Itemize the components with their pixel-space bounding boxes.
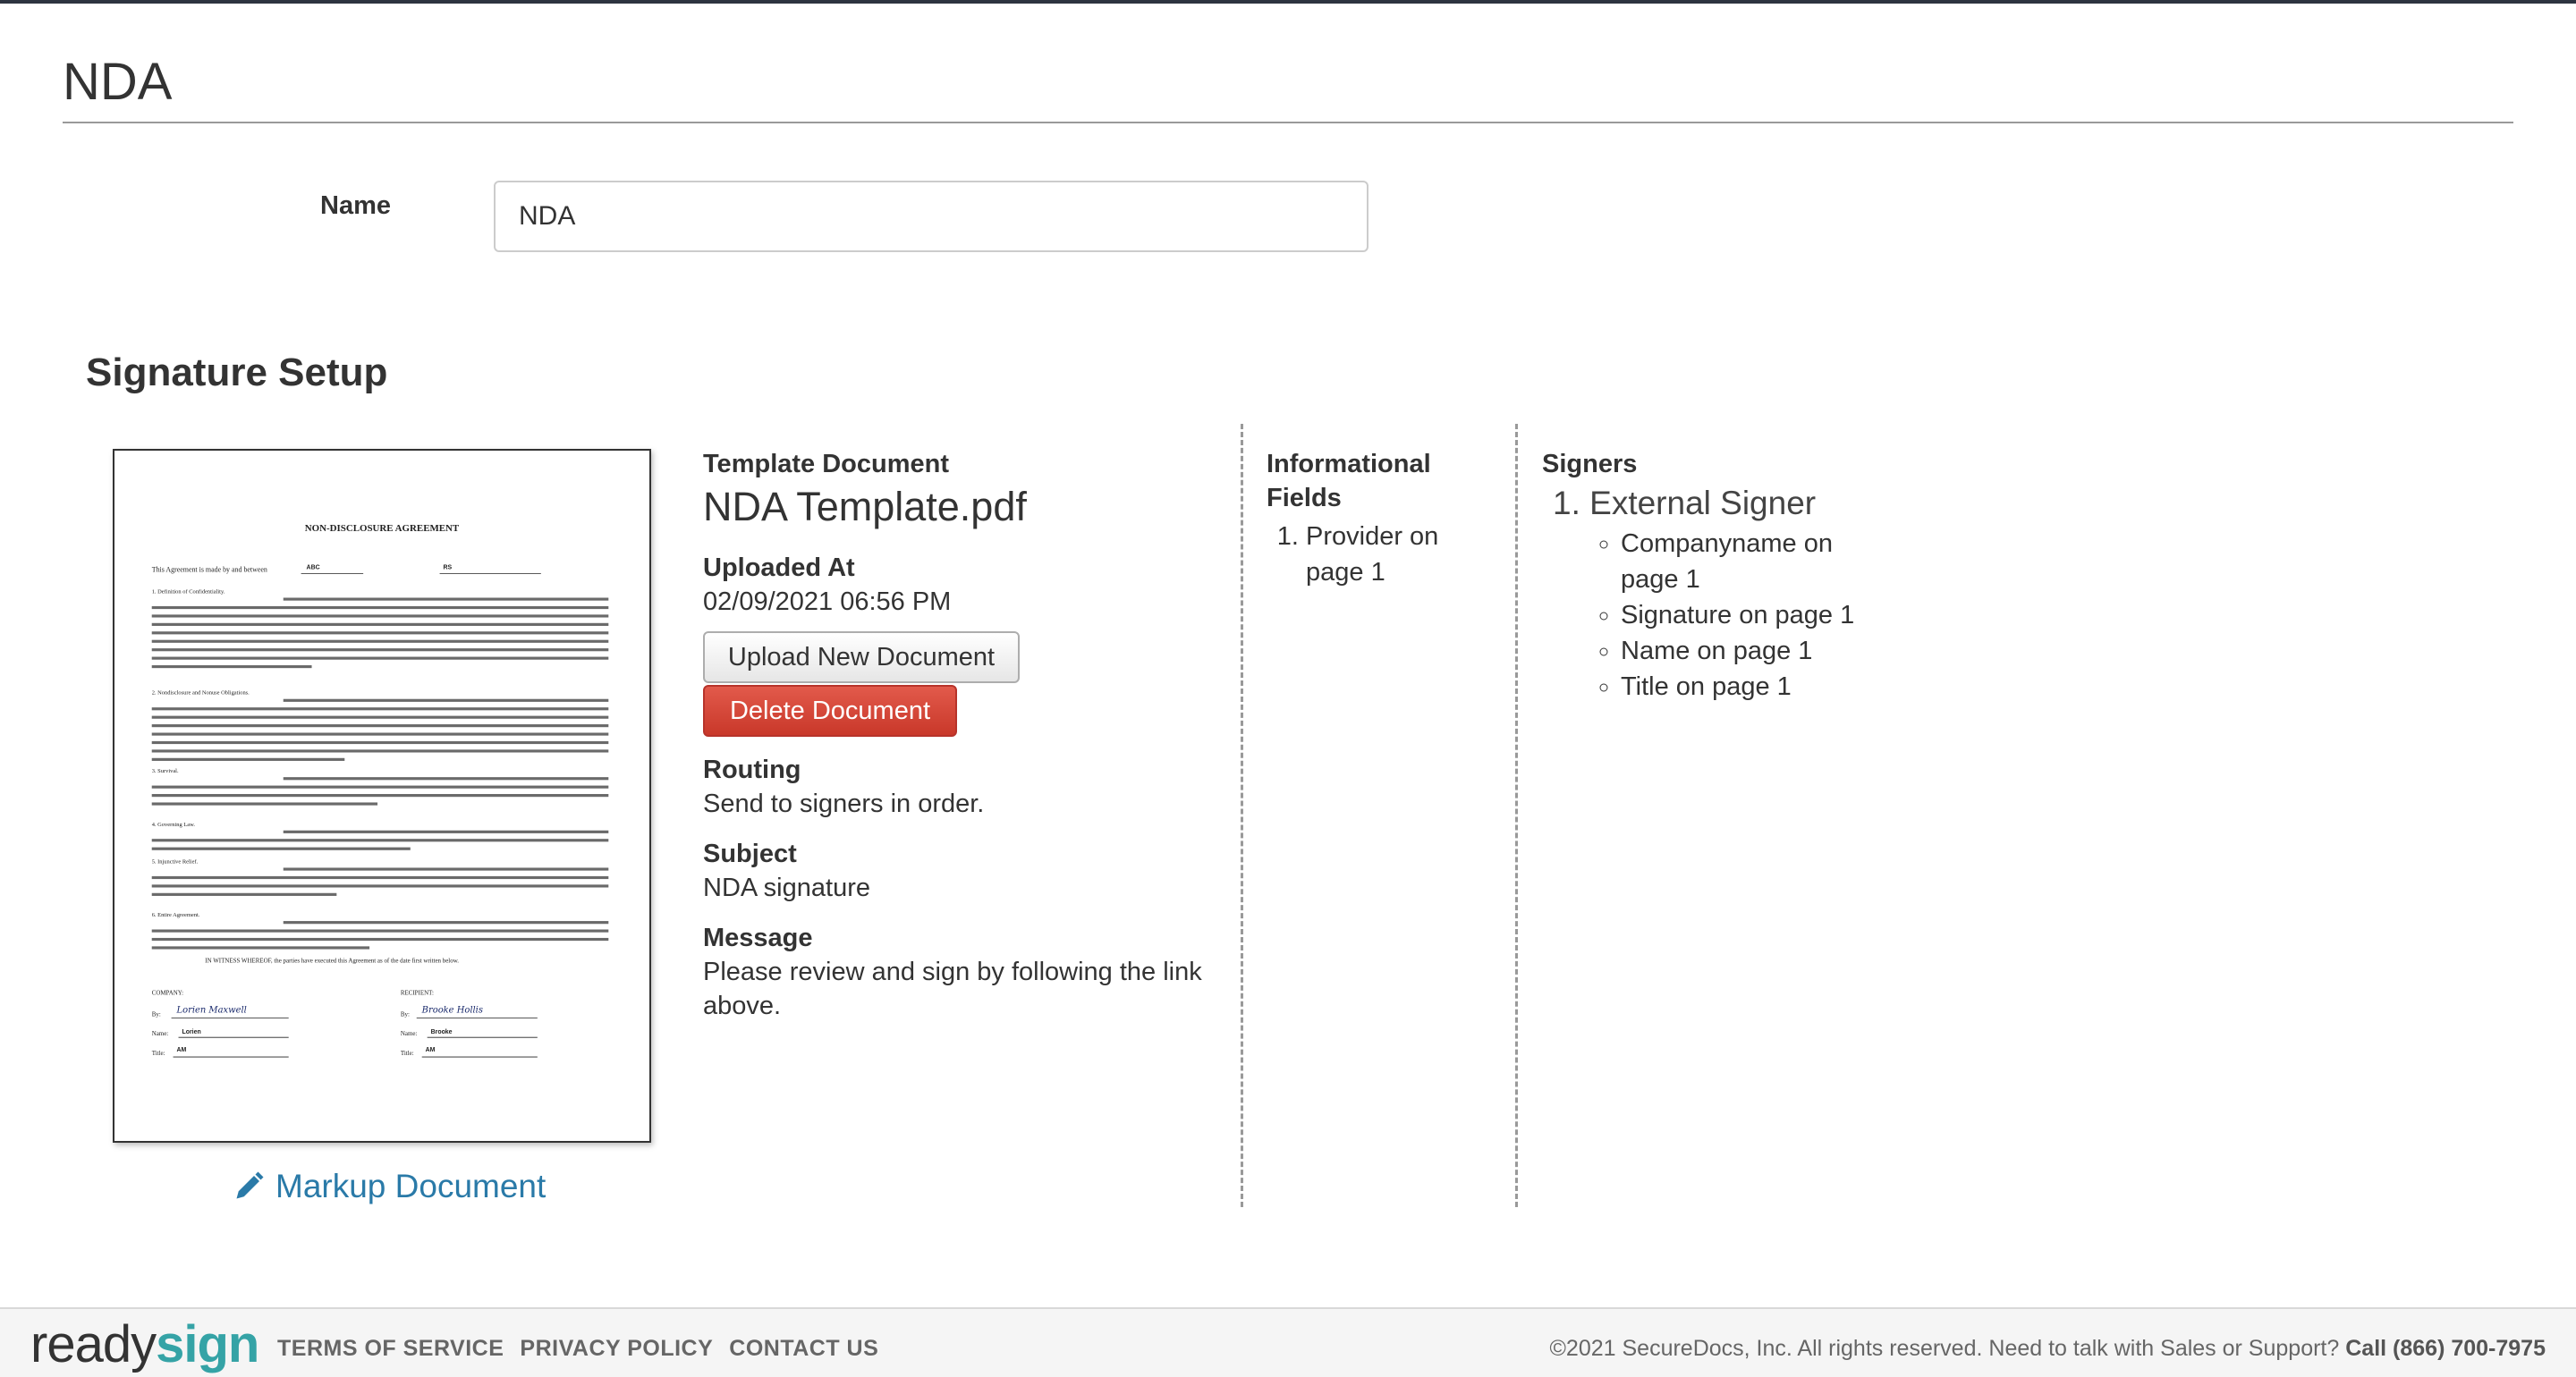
message-label: Message	[703, 924, 813, 952]
doc-heading: NON-DISCLOSURE AGREEMENT	[305, 523, 460, 534]
doc-text-line	[151, 929, 609, 933]
template-file-name: NDA Template.pdf	[703, 484, 1027, 529]
doc-text-line	[151, 707, 609, 711]
doc-text-line	[151, 622, 609, 626]
doc-text-line	[151, 884, 609, 888]
doc-text-line	[151, 757, 345, 761]
name-label: Name	[320, 191, 391, 220]
name-input[interactable]	[494, 181, 1368, 252]
doc-section-heading: 3. Survival.	[152, 768, 179, 774]
doc-text-line	[151, 639, 609, 643]
doc-party-b: RS	[444, 565, 453, 571]
doc-intro: This Agreement is made by and between	[152, 566, 267, 574]
doc-recipient-label: RECIPIENT:	[401, 990, 434, 997]
doc-text-line	[151, 732, 609, 736]
delete-document-button[interactable]: Delete Document	[703, 685, 957, 737]
signer-field: Name on page 1	[1621, 633, 1864, 669]
doc-text-line	[283, 777, 609, 781]
support-phone[interactable]: Call (866) 700-7975	[2345, 1336, 2546, 1361]
svg-text:Name:: Name:	[152, 1030, 169, 1037]
routing-label: Routing	[703, 756, 801, 784]
doc-text-line	[151, 715, 609, 719]
svg-text:Title:: Title:	[401, 1050, 414, 1057]
doc-recipient-signature: Brooke Hollis	[421, 1005, 483, 1015]
routing-value: Send to signers in order.	[703, 790, 985, 818]
page-title: NDA	[63, 53, 173, 111]
informational-fields-label: Informational Fields	[1267, 450, 1431, 512]
doc-section-heading: 6. Entire Agreement.	[152, 912, 200, 918]
template-details: Template Document NDA Template.pdf Uploa…	[703, 447, 1204, 1023]
svg-text:By:: By:	[152, 1010, 161, 1018]
signature-setup-title: Signature Setup	[86, 351, 388, 394]
column-divider	[1515, 424, 1518, 1207]
doc-text-line	[283, 867, 609, 871]
doc-text-line	[151, 937, 609, 942]
template-document-label: Template Document	[703, 450, 950, 478]
doc-text-line	[151, 794, 609, 798]
doc-text-line	[151, 839, 609, 842]
doc-recipient-name: Brooke	[431, 1029, 453, 1035]
doc-company-title: AM	[177, 1047, 187, 1053]
doc-section-heading: 2. Nondisclosure and Nonuse Obligations.	[152, 690, 250, 697]
doc-text-line	[151, 749, 609, 753]
doc-party-a: ABC	[307, 565, 320, 571]
doc-text-line	[283, 597, 609, 601]
subject-value: NDA signature	[703, 874, 870, 902]
doc-section-heading: 5. Injunctive Relief.	[152, 858, 199, 865]
informational-fields: Informational Fields Provider on page 1	[1267, 447, 1499, 590]
message-value: Please review and sign by following the …	[703, 958, 1202, 1020]
copyright-notice: ©2021 SecureDocs, Inc. All rights reserv…	[1549, 1336, 2546, 1361]
title-divider	[63, 122, 2513, 123]
signer-field: Title on page 1	[1621, 669, 1864, 705]
doc-text-line	[151, 892, 337, 896]
doc-section-heading: 1. Definition of Confidentiality.	[152, 589, 225, 596]
upload-new-document-button[interactable]: Upload New Document	[703, 631, 1020, 683]
doc-text-line	[151, 605, 609, 610]
signers: Signers 1. External Signer Companyname o…	[1542, 447, 1864, 705]
doc-text-line	[151, 847, 411, 850]
contact-us-link[interactable]: CONTACT US	[729, 1336, 878, 1362]
doc-text-line	[151, 946, 370, 950]
terms-of-service-link[interactable]: TERMS OF SERVICE	[277, 1336, 504, 1362]
doc-text-line	[283, 921, 609, 925]
doc-text-line	[151, 740, 609, 745]
doc-text-line	[283, 698, 609, 702]
doc-company-label: COMPANY:	[152, 990, 183, 997]
signer-field: Companyname on page 1	[1621, 526, 1864, 597]
uploaded-at-label: Uploaded At	[703, 553, 855, 582]
doc-text-line	[151, 802, 378, 806]
svg-text:Title:: Title:	[152, 1050, 165, 1057]
doc-text-line	[151, 656, 609, 660]
signers-label: Signers	[1542, 450, 1638, 478]
doc-text-line	[151, 664, 312, 669]
signer-field: Signature on page 1	[1621, 597, 1864, 633]
doc-section-heading: 4. Governing Law.	[152, 822, 196, 828]
informational-field-item: Provider on page 1	[1306, 519, 1499, 590]
column-divider	[1241, 424, 1243, 1207]
signer-name: 1. External Signer	[1553, 485, 1817, 521]
doc-company-signature: Lorien Maxwell	[176, 1005, 247, 1015]
doc-text-line	[151, 631, 609, 635]
doc-witness: IN WITNESS WHEREOF, the parties have exe…	[205, 958, 459, 965]
top-bar	[0, 0, 2576, 4]
subject-label: Subject	[703, 840, 797, 868]
uploaded-at-value: 02/09/2021 06:56 PM	[703, 587, 952, 616]
svg-text:Name:: Name:	[401, 1030, 418, 1037]
doc-text-line	[151, 648, 609, 652]
doc-text-line	[151, 785, 609, 789]
document-preview[interactable]: NON-DISCLOSURE AGREEMENT This Agreement …	[113, 449, 651, 1143]
markup-document-link[interactable]: Markup Document	[233, 1168, 546, 1205]
footer-links: TERMS OF SERVICE PRIVACY POLICY CONTACT …	[277, 1336, 878, 1362]
readysign-logo[interactable]: readysign	[30, 1314, 259, 1374]
svg-text:By:: By:	[401, 1010, 410, 1018]
markup-document-label[interactable]: Markup Document	[275, 1168, 546, 1205]
doc-text-line	[151, 875, 609, 880]
doc-text-line	[151, 614, 609, 618]
privacy-policy-link[interactable]: PRIVACY POLICY	[520, 1336, 713, 1362]
doc-company-name: Lorien	[182, 1029, 200, 1035]
pencil-icon	[236, 1171, 264, 1199]
doc-recipient-title: AM	[426, 1047, 436, 1053]
doc-text-line	[283, 830, 609, 833]
doc-text-line	[151, 724, 609, 728]
